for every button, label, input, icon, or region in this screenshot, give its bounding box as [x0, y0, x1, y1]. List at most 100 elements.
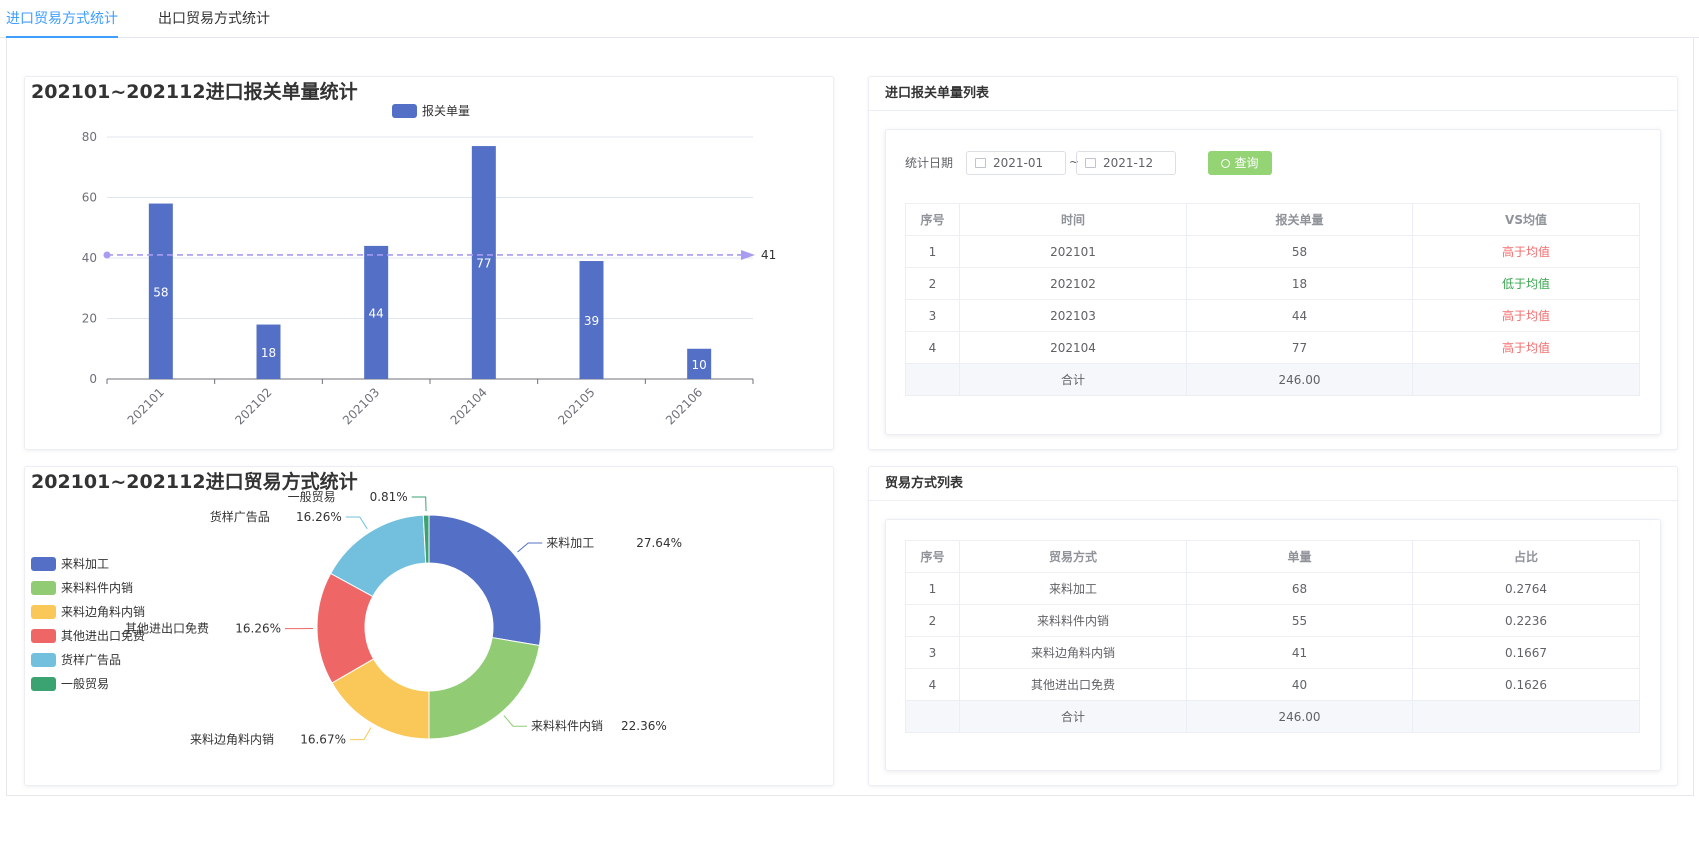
pie-chart-card: 202101~202112进口贸易方式统计 来料加工 27.64% 来料料件内销 22… — [24, 466, 834, 786]
label-leader-line — [349, 727, 372, 741]
trade-mode-table: 序号 贸易方式 单量 占比 1 来料加工 68 0.2764 2 来料料件内销 55 0.2… — [905, 540, 1640, 733]
x-tick-label: 202102 — [232, 385, 274, 427]
table-row: 4 其他进出口免费 40 0.1626 — [905, 668, 1640, 701]
slice-name-label: 来料料件内销 — [531, 719, 603, 733]
table-row: 4 202104 77 高于均值 — [905, 331, 1640, 364]
cell-time: 202102 — [959, 267, 1187, 300]
cell-empty — [905, 363, 960, 396]
slice-percent-label: 16.26% — [235, 622, 281, 636]
x-tick-label: 202103 — [340, 385, 382, 427]
y-tick-label: 60 — [82, 191, 97, 205]
label-leader-line — [503, 715, 527, 727]
pie-slice — [428, 636, 541, 740]
cell-vs-average: 高于均值 — [1412, 235, 1640, 268]
cell-vs-average: 高于均值 — [1412, 331, 1640, 364]
query-button[interactable]: 查询 — [1208, 151, 1272, 175]
table-row: 1 202101 58 高于均值 — [905, 235, 1640, 268]
sum-label: 合计 — [959, 700, 1187, 733]
slice-percent-label: 22.36% — [621, 719, 667, 733]
x-tick-label: 202106 — [663, 385, 705, 427]
cell-trade-mode: 来料料件内销 — [959, 604, 1187, 637]
cell-index: 3 — [905, 299, 960, 332]
slice-name-label: 一般贸易 — [288, 489, 336, 504]
cell-count: 58 — [1186, 235, 1413, 268]
table-header-row: 序号 时间 报关单量 VS均值 — [905, 203, 1640, 236]
legend-swatch — [31, 605, 56, 619]
cell-count: 41 — [1186, 636, 1413, 669]
slice-percent-label: 27.64% — [636, 536, 682, 550]
legend-swatch — [31, 629, 56, 643]
tab-bar: 进口贸易方式统计 出口贸易方式统计 — [0, 0, 1699, 38]
cell-time: 202104 — [959, 331, 1187, 364]
y-tick-label: 80 — [82, 130, 97, 144]
table-header-row: 序号 贸易方式 单量 占比 — [905, 540, 1640, 573]
bar-value-label: 44 — [369, 306, 384, 320]
cell-ratio: 0.2236 — [1412, 604, 1640, 637]
slice-name-label: 货样广告品 — [210, 509, 270, 524]
end-date-input[interactable]: 2021-12 — [1076, 151, 1176, 175]
customs-list-panel: 进口报关单量列表 统计日期 2021-01 ~ 2021-12 查询 序号 时间… — [868, 76, 1678, 450]
slice-percent-label: 16.26% — [296, 510, 342, 524]
cell-count: 44 — [1186, 299, 1413, 332]
bar-value-label: 77 — [476, 257, 491, 271]
col-header: 单量 — [1186, 540, 1413, 573]
slice-name-label: 来料边角料内销 — [190, 733, 274, 747]
cell-empty — [1412, 363, 1640, 396]
calendar-icon — [1085, 158, 1096, 168]
query-button-label: 查询 — [1234, 156, 1259, 170]
cell-ratio: 0.1667 — [1412, 636, 1640, 669]
tab-import-trade-stats[interactable]: 进口贸易方式统计 — [6, 0, 118, 38]
cell-count: 68 — [1186, 572, 1413, 605]
search-icon — [1221, 159, 1231, 168]
start-date-input[interactable]: 2021-01 — [966, 151, 1066, 175]
legend-swatch — [31, 581, 56, 595]
customs-table: 序号 时间 报关单量 VS均值 1 202101 58 高于均值 2 202102 18 低… — [905, 203, 1640, 396]
cell-count: 18 — [1186, 267, 1413, 300]
average-mark-label: 41 — [761, 248, 776, 262]
x-tick-label: 202104 — [448, 385, 490, 427]
cell-index: 2 — [905, 604, 960, 637]
cell-ratio: 0.1626 — [1412, 668, 1640, 701]
label-leader-line — [411, 496, 427, 512]
table-row: 3 202103 44 高于均值 — [905, 299, 1640, 332]
bar-chart-card: 202101~202112进口报关单量统计 0 20 40 60 80 58 202101 1… — [24, 76, 834, 450]
bar-value-label: 10 — [692, 358, 707, 372]
legend-label: 来料料件内销 — [61, 581, 133, 595]
trade-mode-list-inner: 序号 贸易方式 单量 占比 1 来料加工 68 0.2764 2 来料料件内销 55 0.2… — [885, 519, 1661, 771]
table-row: 3 来料边角料内销 41 0.1667 — [905, 636, 1640, 669]
table-row: 2 来料料件内销 55 0.2236 — [905, 604, 1640, 637]
bar-value-label: 39 — [584, 314, 599, 328]
pie-chart: 来料加工 27.64% 来料料件内销 22.36% 16.67% 来料边角料内销 16.26… — [31, 489, 682, 747]
cell-trade-mode: 来料加工 — [959, 572, 1187, 605]
cell-vs-average: 低于均值 — [1412, 267, 1640, 300]
trade-mode-list-title: 贸易方式列表 — [869, 467, 1677, 501]
bar-value-label: 58 — [153, 285, 168, 299]
cell-time: 202103 — [959, 299, 1187, 332]
cell-trade-mode: 其他进出口免费 — [959, 668, 1187, 701]
cell-count: 77 — [1186, 331, 1413, 364]
cell-index: 4 — [905, 668, 960, 701]
end-date-value: 2021-12 — [1103, 156, 1154, 170]
cell-time: 202101 — [959, 235, 1187, 268]
pie-slice — [428, 514, 542, 647]
table-row: 2 202102 18 低于均值 — [905, 267, 1640, 300]
cell-empty — [1412, 700, 1640, 733]
legend-label: 来料加工 — [61, 557, 109, 571]
bar-chart: 0 20 40 60 80 58 202101 18 202102 44 202103 77 20210… — [82, 103, 777, 428]
legend-swatch — [31, 557, 56, 571]
legend-label: 一般贸易 — [61, 676, 109, 691]
col-header: 报关单量 — [1186, 203, 1413, 236]
slice-name-label: 来料加工 — [546, 536, 594, 550]
customs-list-title: 进口报关单量列表 — [869, 77, 1677, 111]
tab-export-trade-stats[interactable]: 出口贸易方式统计 — [158, 0, 278, 38]
cell-index: 4 — [905, 331, 960, 364]
trade-mode-list-panel: 贸易方式列表 序号 贸易方式 单量 占比 1 来料加工 68 0.2764 2 来料料件… — [868, 466, 1678, 786]
label-leader-line — [345, 516, 368, 530]
y-tick-label: 20 — [82, 312, 97, 326]
slice-percent-label: 0.81% — [370, 490, 408, 504]
bar-value-label: 18 — [261, 346, 276, 360]
calendar-icon — [975, 158, 986, 168]
cell-index: 3 — [905, 636, 960, 669]
date-filter-label: 统计日期 — [905, 156, 954, 170]
col-header: 占比 — [1412, 540, 1640, 573]
